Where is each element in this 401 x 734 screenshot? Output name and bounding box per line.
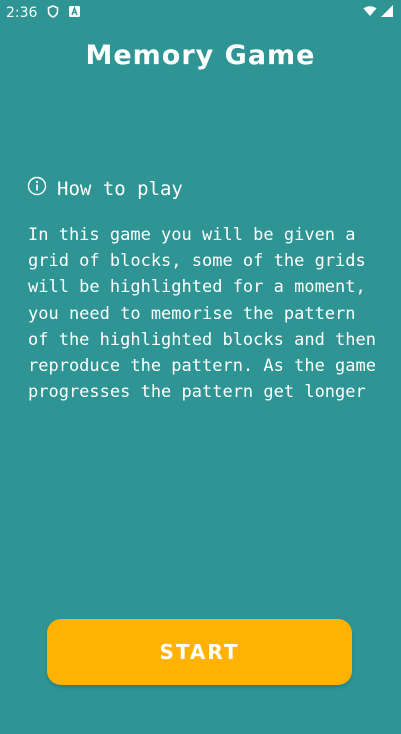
status-time: 2:36 bbox=[6, 5, 38, 21]
status-right bbox=[363, 5, 393, 21]
a-badge-icon bbox=[69, 5, 81, 21]
instructions-text: In this game you will be given a grid of… bbox=[28, 225, 376, 403]
wifi-icon bbox=[363, 5, 377, 21]
status-left: 2:36 bbox=[6, 4, 81, 22]
signal-icon bbox=[381, 5, 393, 21]
start-button[interactable]: START bbox=[47, 619, 352, 685]
status-bar: 2:36 bbox=[0, 0, 401, 26]
how-to-play-heading: How to play bbox=[27, 176, 183, 201]
how-to-play-label: How to play bbox=[57, 177, 183, 200]
info-icon bbox=[27, 176, 47, 201]
app-title: Memory Game bbox=[85, 40, 316, 71]
shield-icon bbox=[47, 4, 59, 22]
